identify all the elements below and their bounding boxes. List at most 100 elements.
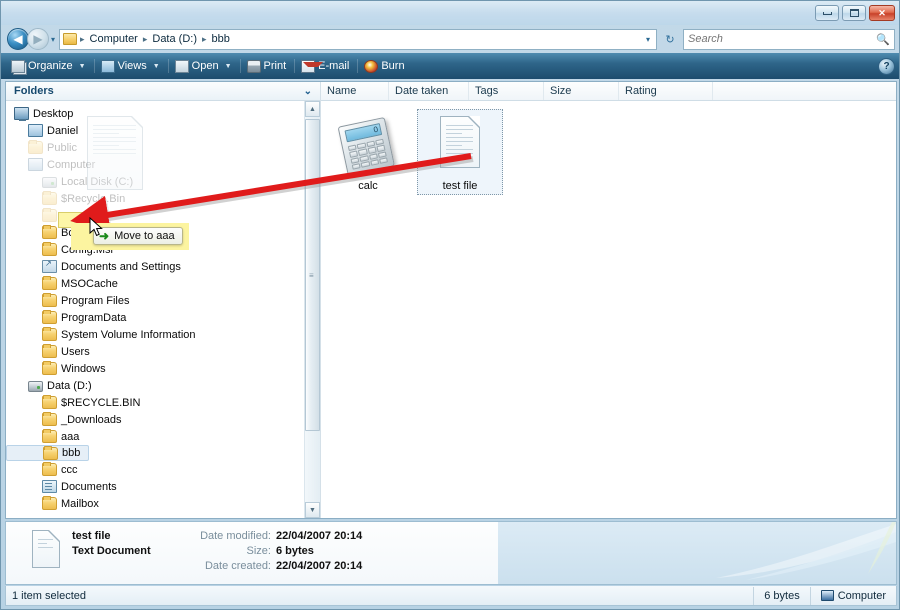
tree-item-recycle-bin[interactable]: $RECYCLE.BIN [6,394,304,411]
search-box[interactable]: 🔍 [683,28,895,50]
tree-item-label: Documents [61,480,117,493]
tree-item-system-volume-information[interactable]: System Volume Information [6,326,304,343]
column-header-size[interactable]: Size [544,82,619,100]
scroll-down-button[interactable]: ▼ [305,502,320,518]
file-list-pane: Name Date taken Tags Size Rating calc test fi… [321,82,896,518]
file-thumbnail [336,113,400,177]
tree-item-bbb[interactable]: bbb [6,445,90,461]
tree-item-windows[interactable]: Windows [6,360,304,377]
chevron-down-icon[interactable]: ⌄ [304,86,312,97]
decorative-swoosh [716,522,896,580]
breadcrumb-item-bbb[interactable]: bbb [208,32,234,46]
scrollbar-track[interactable]: ≡ [305,117,320,502]
chevron-down-icon[interactable]: ▾ [646,35,654,44]
email-button[interactable]: E-mail [297,58,355,75]
details-properties: Date modified: 22/04/2007 20:14 Size: 6 … [191,530,362,584]
tree-item-mailbox[interactable]: Mailbox [6,495,304,512]
open-button[interactable]: Open ▼ [171,58,238,75]
breadcrumb[interactable]: ▸ Computer ▸ Data (D:) ▸ bbb ▾ [59,28,657,50]
tree-item-label: System Volume Information [61,328,196,341]
doc-lines [446,125,473,161]
tree-item-data-d[interactable]: Data (D:) [6,377,304,394]
scrollbar-thumb[interactable]: ≡ [305,119,320,431]
chevron-down-icon: ▼ [152,62,160,70]
history-dropdown-icon[interactable]: ▾ [51,35,55,44]
tree-item-aaa[interactable]: aaa [6,428,304,445]
breadcrumb-item-computer[interactable]: Computer [86,32,142,46]
tree-scrollbar[interactable]: ▲ ≡ ▼ [304,101,320,518]
toolbar-separator [167,59,169,73]
tree-item-desktop[interactable]: Desktop [6,105,304,122]
tree-item-programdata[interactable]: ProgramData [6,309,304,326]
tree-item-label: Config.Msi [61,243,113,256]
date-modified-value: 22/04/2007 20:14 [276,530,363,542]
burn-icon [364,59,379,73]
email-icon [301,59,324,73]
column-header-rating[interactable]: Rating [619,82,713,100]
tree-item-aaa[interactable]: aaa [6,207,304,224]
date-created-label: Date created: [204,560,271,572]
navigation-pane: Folders ⌄ Desktop Daniel Public Computer Loc… [6,82,321,518]
print-icon [246,59,261,73]
tree-item-boot[interactable]: Boot [6,224,304,241]
maximize-icon [849,9,859,17]
tree-item-downloads[interactable]: _Downloads [6,411,304,428]
folders-header[interactable]: Folders ⌄ [6,82,320,101]
column-header-date-taken[interactable]: Date taken [389,82,469,100]
tree-item-msocache[interactable]: MSOCache [6,275,304,292]
folder-icon [42,462,57,476]
size-value: 6 bytes [276,545,314,557]
forward-button[interactable]: ▶ [27,28,49,50]
tree-item-ccc[interactable]: ccc [6,461,304,478]
scroll-up-button[interactable]: ▲ [305,101,320,117]
organize-button[interactable]: Organize ▼ [7,58,92,75]
text-document-icon [440,116,480,168]
column-header-name[interactable]: Name [321,82,389,100]
tree-item-label: Desktop [33,107,74,120]
tree-item-users[interactable]: Users [6,343,304,360]
tree-item-program-files[interactable]: Program Files [6,292,304,309]
print-button[interactable]: Print [243,58,293,75]
tree-item-label: aaa [61,430,80,443]
close-button[interactable]: ✕ [869,5,895,21]
folder-icon [42,310,57,324]
tree-item-recycle-bin[interactable]: $Recycle.Bin [6,190,304,207]
minimize-button[interactable] [815,5,839,21]
tree-item-label: Windows [61,362,106,375]
views-button[interactable]: Views ▼ [97,58,166,75]
tree-item-computer[interactable]: Computer [6,156,304,173]
column-header-tags[interactable]: Tags [469,82,544,100]
breadcrumb-item-data-d[interactable]: Data (D:) [148,32,201,46]
file-item-calc[interactable]: calc [325,109,411,195]
tree-item-public[interactable]: Public [6,139,304,156]
window-controls: ✕ [815,5,895,21]
status-size: 6 bytes [753,586,809,605]
tree-item-daniel[interactable]: Daniel [6,122,304,139]
tree-item-label: Users [61,345,90,358]
details-content: test file Text Document Date modified: 2… [6,522,498,584]
date-created-value: 22/04/2007 20:14 [276,560,363,572]
refresh-button[interactable]: ↻ [660,29,680,50]
file-list[interactable]: calc test file [321,101,896,518]
folder-icon [42,327,57,341]
burn-button[interactable]: Burn [360,58,410,75]
tree-scroll-wrapper: Desktop Daniel Public Computer Local Disk (C… [6,101,320,518]
file-item-test-file[interactable]: test file [417,109,503,195]
maximize-button[interactable] [842,5,866,21]
tree-item-documents[interactable]: Documents [6,478,304,495]
folder-icon [42,242,57,256]
folder-icon [63,33,78,45]
drop-target-highlight [58,212,106,228]
tree-item-local-disk-c[interactable]: Local Disk (C:) [6,173,304,190]
help-button[interactable]: ? [878,57,895,75]
drive-icon [42,176,57,188]
column-header-label: Size [550,85,572,97]
column-header-label: Name [327,85,357,97]
search-input[interactable] [688,33,877,45]
close-icon: ✕ [878,7,886,18]
back-button[interactable]: ◀ [7,28,29,50]
status-right: 6 bytes Computer [753,586,896,605]
details-row: Date created: 22/04/2007 20:14 [191,560,362,572]
tree-item-documents-and-settings[interactable]: Documents and Settings [6,258,304,275]
tree-item-config-msi[interactable]: Config.Msi [6,241,304,258]
